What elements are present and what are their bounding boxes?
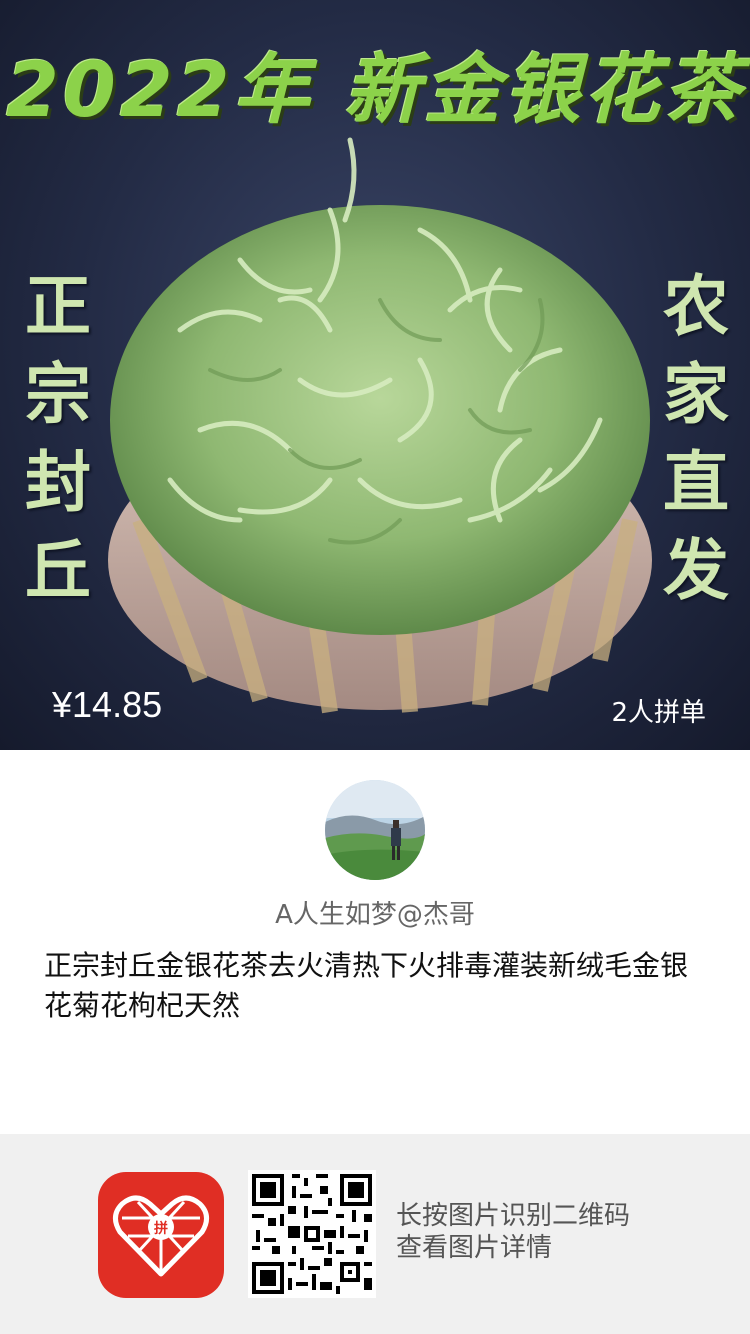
price-label: ¥14.85 xyxy=(52,684,163,725)
svg-text:拼: 拼 xyxy=(154,1220,168,1237)
qr-code-icon[interactable] xyxy=(248,1170,376,1298)
pinduoduo-logo-icon: 拼 xyxy=(98,1172,224,1298)
group-buy-label: 2人拼单 xyxy=(611,698,706,728)
avatar[interactable] xyxy=(325,780,425,880)
product-title[interactable]: 正宗封丘金银花茶去火清热下火排毒灌装新绒毛金银花菊花枸杞天然 xyxy=(44,946,710,1026)
avatar-photo-icon xyxy=(325,780,425,880)
seller-name[interactable]: A人生如梦@杰哥 xyxy=(0,894,750,931)
right-slogan: 农家直发 xyxy=(663,267,729,609)
seller-section: A人生如梦@杰哥 正宗封丘金银花茶去火清热下火排毒灌装新绒毛金银花菊花枸杞天然 xyxy=(0,750,750,1134)
left-slogan: 正宗封丘 xyxy=(25,267,91,609)
qr-hint-line1: 长按图片识别二维码 xyxy=(396,1201,631,1231)
qr-hint-line2: 查看图片详情 xyxy=(396,1233,553,1263)
product-poster[interactable]: 2022年 新金银花茶 正宗封丘 农家直发 ¥14.85 2人拼单 xyxy=(0,0,750,750)
qr-hint: 长按图片识别二维码 查看图片详情 xyxy=(396,1200,630,1264)
share-footer: 拼 长按图片识别二维码 查看图片详情 xyxy=(0,1134,750,1334)
poster-title: 2022年 新金银花茶 xyxy=(6,45,744,134)
